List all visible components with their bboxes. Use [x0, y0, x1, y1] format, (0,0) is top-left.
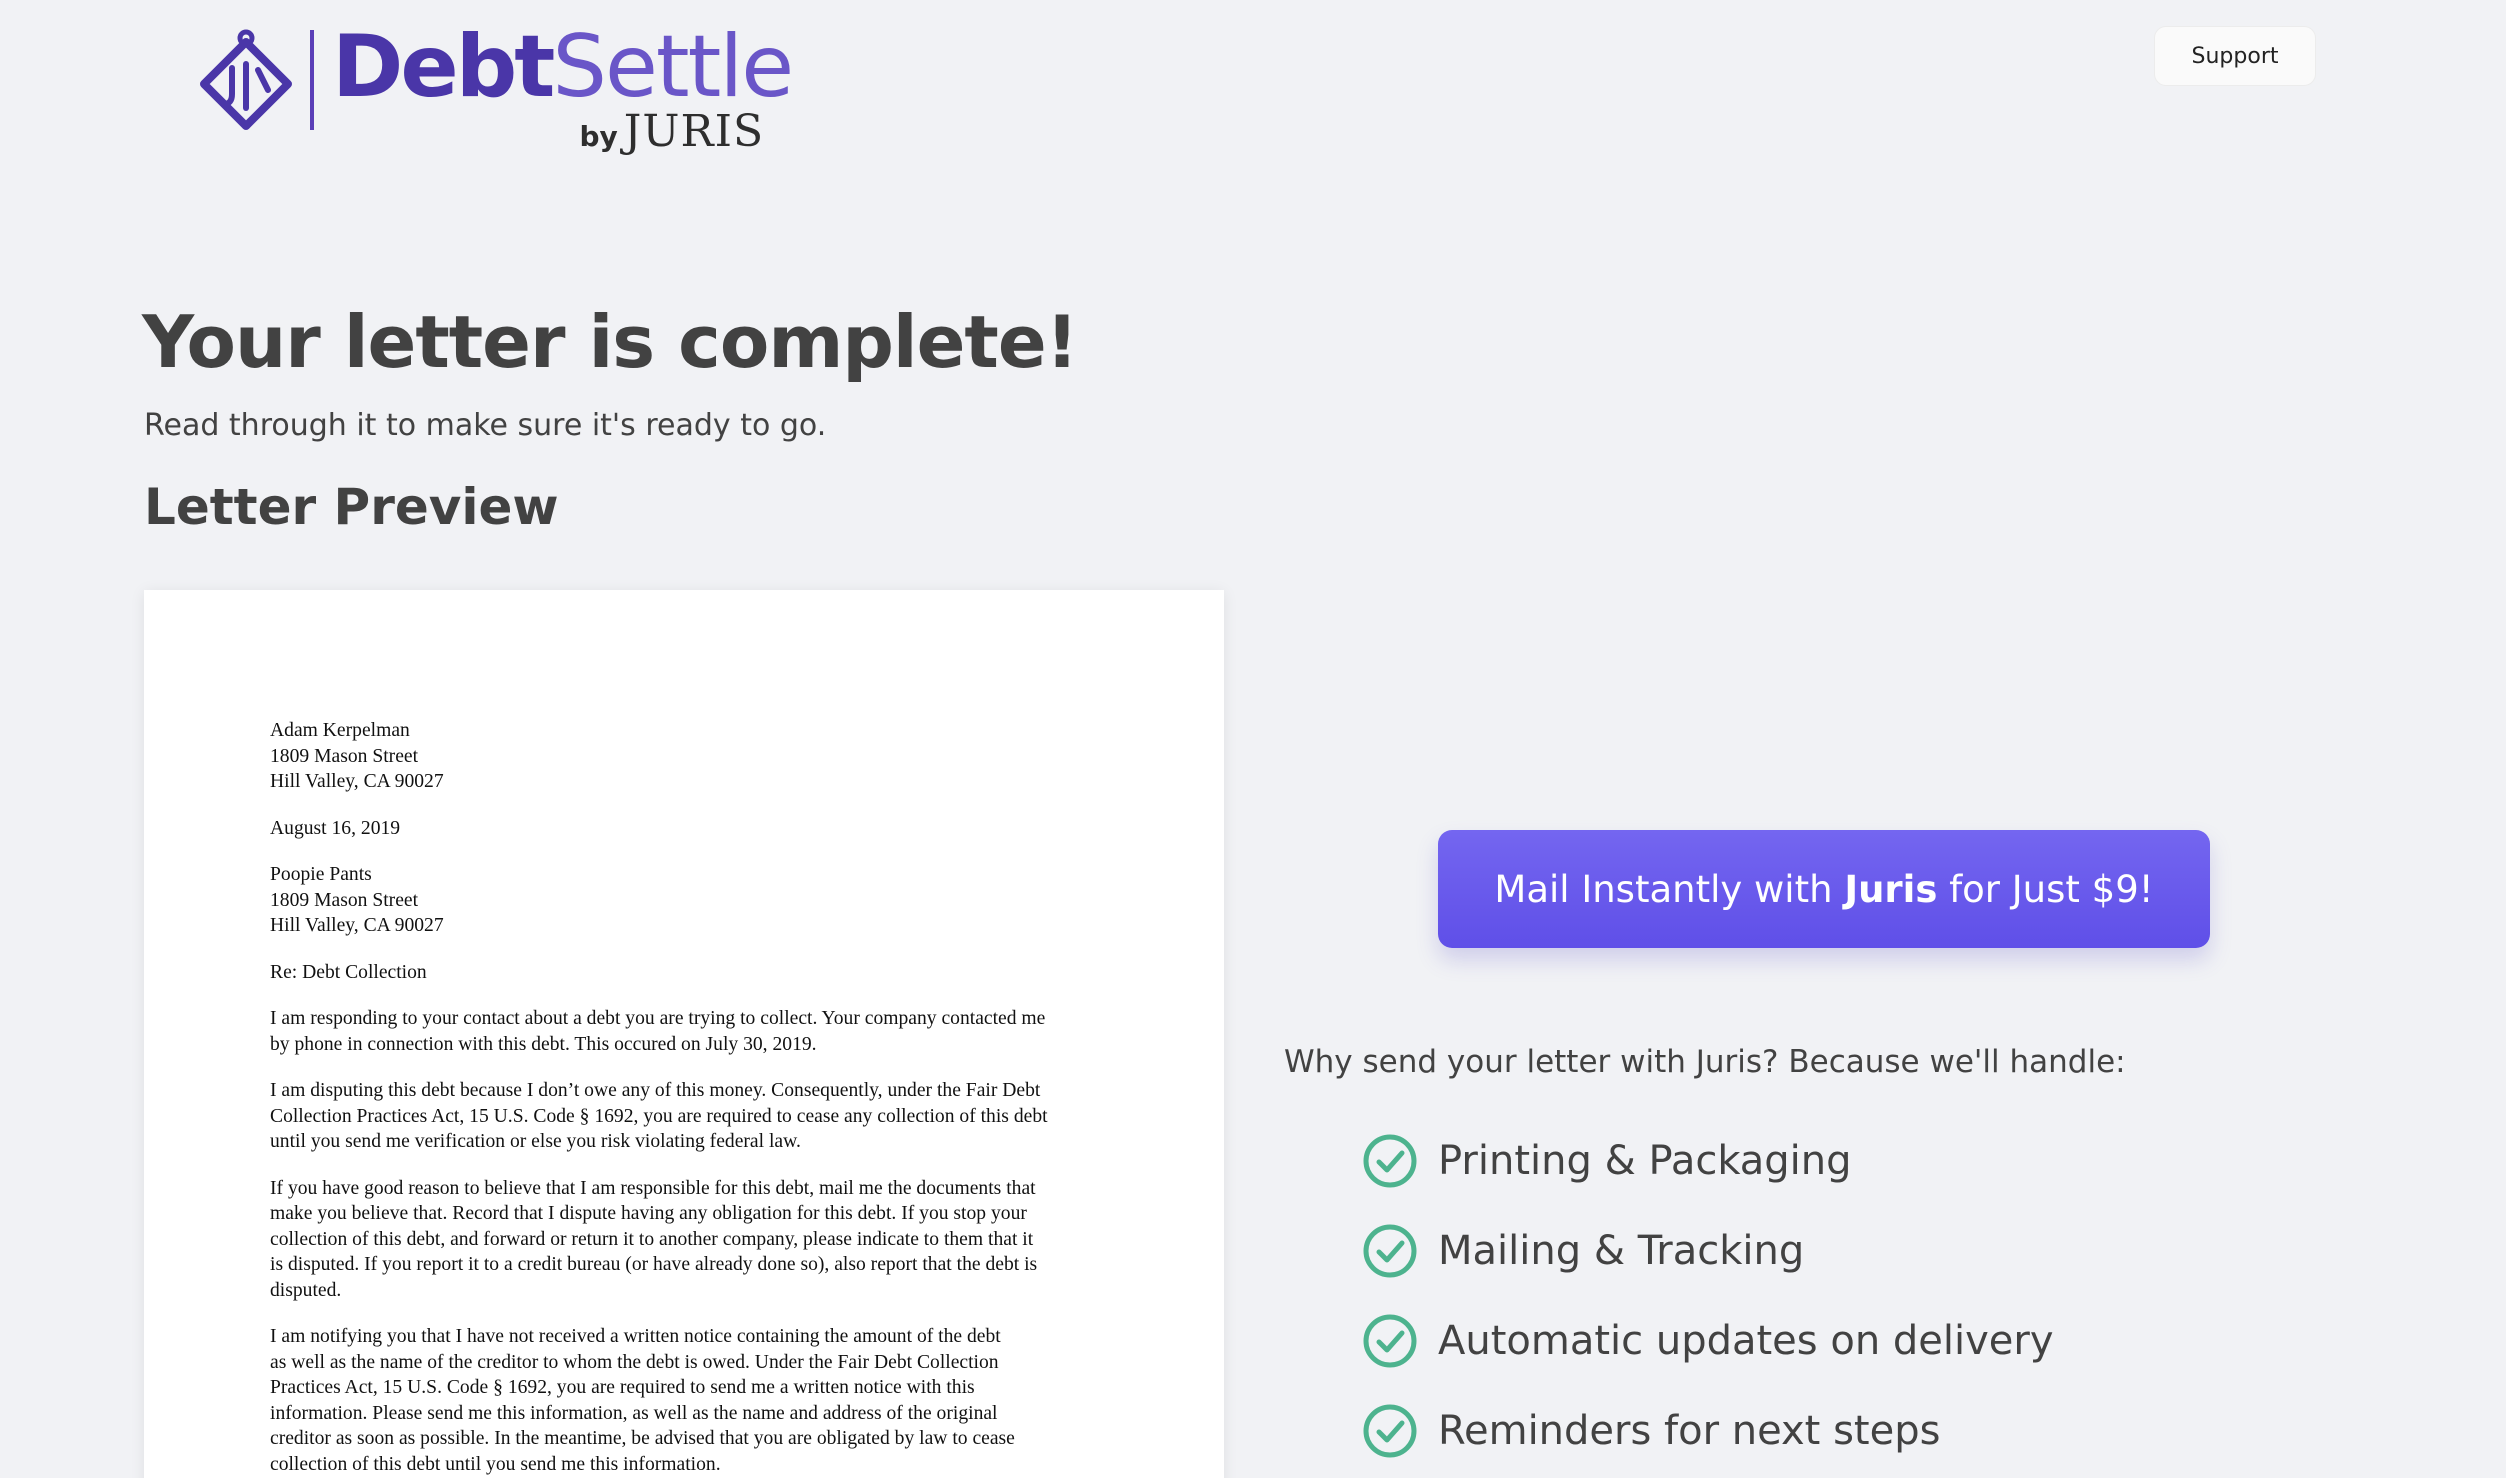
brand-name: DebtSettle — [332, 24, 794, 110]
letter-line: Collection Practices Act, 15 U.S. Code §… — [270, 1105, 1048, 1127]
support-button[interactable]: Support — [2154, 26, 2316, 86]
recipient-line: Hill Valley, CA 90027 — [270, 915, 444, 936]
brand-light: Settle — [552, 17, 794, 117]
mail-button-prefix: Mail Instantly with — [1494, 867, 1845, 911]
mail-with-juris-button[interactable]: Mail Instantly with Juris for Just $9! — [1438, 830, 2210, 948]
letter-line: I am disputing this debt because I don’t… — [270, 1080, 1041, 1101]
letter-line: by phone in connection with this debt. T… — [270, 1033, 817, 1055]
letter-line: creditor as soon as possible. In the mea… — [270, 1428, 1015, 1449]
check-circle-icon — [1363, 1314, 1417, 1368]
letter-paragraph: If you have good reason to believe that … — [270, 1176, 1104, 1304]
feature-label: Mailing & Tracking — [1438, 1228, 1805, 1274]
brand-bold: Debt — [332, 17, 555, 117]
letter-line: collection of this debt until you send m… — [270, 1453, 721, 1475]
letter-line: Practices Act, 15 U.S. Code § 1692, you … — [270, 1377, 975, 1398]
letter-paragraph: I am notifying you that I have not recei… — [270, 1324, 1104, 1477]
letter-date: August 16, 2019 — [270, 816, 1104, 842]
feature-label: Reminders for next steps — [1438, 1408, 1941, 1454]
letter-subject: Re: Debt Collection — [270, 960, 1104, 986]
byline: by JURIS — [579, 106, 764, 157]
byline-juris: JURIS — [623, 106, 765, 157]
debtsettle-logo[interactable]: DebtSettle by JURIS — [196, 24, 794, 164]
feature-item: Reminders for next steps — [1362, 1402, 2054, 1460]
check-circle-icon — [1363, 1224, 1417, 1278]
letter-line: make you believe that. Record that I dis… — [270, 1203, 1027, 1224]
logo-wordmark: DebtSettle by JURIS — [332, 24, 794, 164]
letter-line: I am responding to your contact about a … — [270, 1008, 1046, 1029]
recipient-line: 1809 Mason Street — [270, 889, 419, 911]
letter-paragraph: I am disputing this debt because I don’t… — [270, 1078, 1104, 1155]
juris-diamond-logo-icon — [200, 29, 292, 130]
recipient-address: Poopie Pants 1809 Mason Street Hill Vall… — [270, 862, 1104, 939]
feature-item: Printing & Packaging — [1362, 1132, 2054, 1190]
sender-line: Hill Valley, CA 90027 — [270, 771, 444, 792]
letter-subject-text: Re: Debt Collection — [270, 961, 427, 983]
letter-line: until you send me verification or else y… — [270, 1131, 801, 1152]
letter-line: collection of this debt, and forward or … — [270, 1228, 1034, 1250]
page: DebtSettle by JURIS Support Your letter … — [0, 0, 2506, 1478]
letter-preview: Adam Kerpelman 1809 Mason Street Hill Va… — [144, 590, 1224, 1478]
letter-line: If you have good reason to believe that … — [270, 1177, 1036, 1199]
letter-line: information. Please send me this informa… — [270, 1402, 998, 1424]
check-circle-icon — [1363, 1134, 1417, 1188]
recipient-line: Poopie Pants — [270, 864, 372, 885]
letter-line: is disputed. If you report it to a credi… — [270, 1254, 1038, 1275]
letter-paragraph: I am responding to your contact about a … — [270, 1006, 1104, 1057]
page-title: Your letter is complete! — [142, 300, 1078, 384]
mail-button-brand: Juris — [1844, 867, 1938, 911]
sender-line: 1809 Mason Street — [270, 745, 419, 767]
feature-list: Printing & Packaging Mailing & Tracking … — [1362, 1132, 2054, 1478]
letter-preview-heading: Letter Preview — [144, 478, 559, 536]
letter-line: as well as the name of the creditor to w… — [270, 1351, 999, 1373]
sender-address: Adam Kerpelman 1809 Mason Street Hill Va… — [270, 718, 1104, 795]
feature-label: Automatic updates on delivery — [1438, 1318, 2054, 1364]
feature-item: Automatic updates on delivery — [1362, 1312, 2054, 1370]
feature-label: Printing & Packaging — [1438, 1138, 1852, 1184]
byline-by: by — [579, 120, 618, 153]
logo-divider — [310, 30, 314, 130]
mail-button-suffix: for Just $9! — [1937, 867, 2154, 911]
sender-line: Adam Kerpelman — [270, 720, 410, 741]
letter-line: I am notifying you that I have not recei… — [270, 1326, 1001, 1347]
letter-line: disputed. — [270, 1279, 342, 1301]
feature-item: Mailing & Tracking — [1362, 1222, 2054, 1280]
check-circle-icon — [1363, 1404, 1417, 1458]
letter-date-text: August 16, 2019 — [270, 817, 401, 839]
page-subtitle: Read through it to make sure it's ready … — [144, 408, 827, 443]
letter-body: Adam Kerpelman 1809 Mason Street Hill Va… — [270, 718, 1104, 1478]
why-juris-heading: Why send your letter with Juris? Because… — [1284, 1044, 2126, 1080]
